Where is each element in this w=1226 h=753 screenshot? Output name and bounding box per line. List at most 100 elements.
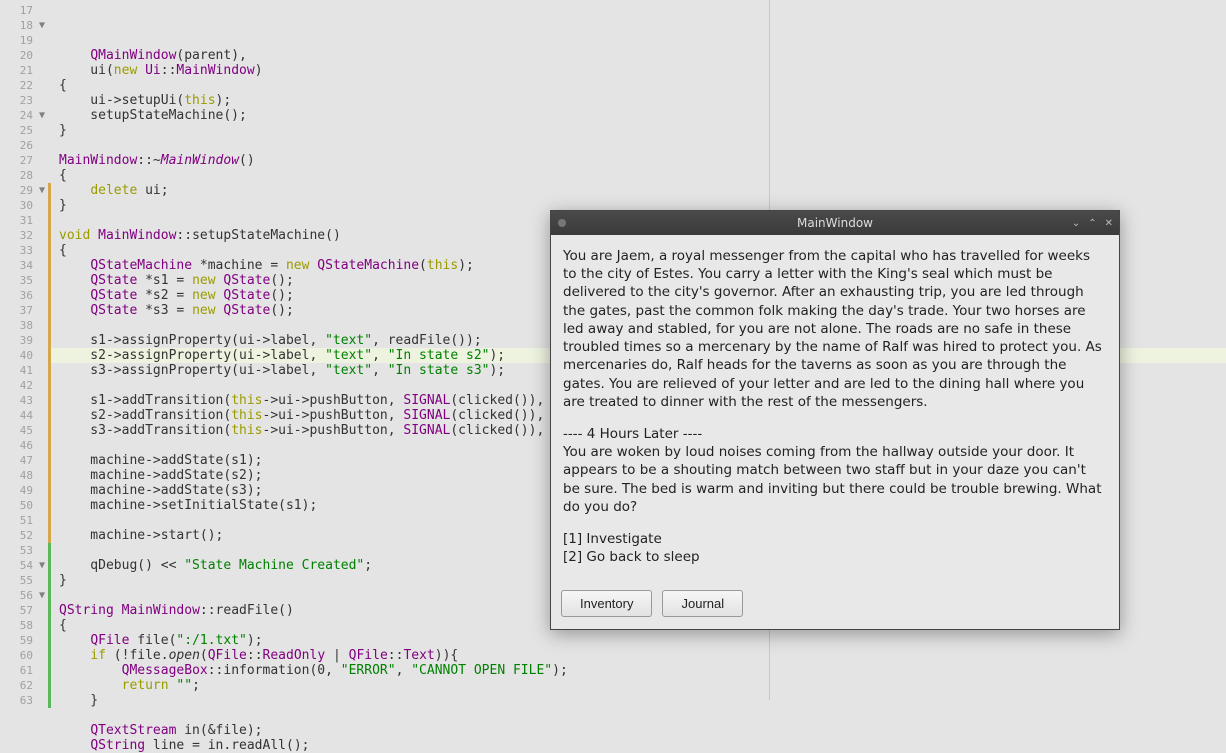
- code-line[interactable]: delete ui;: [59, 183, 1226, 198]
- maximize-icon[interactable]: ⌃: [1088, 218, 1096, 229]
- fold-marker: [36, 303, 48, 318]
- line-number: 37: [0, 303, 36, 318]
- code-line[interactable]: [59, 138, 1226, 153]
- fold-marker: [36, 243, 48, 258]
- fold-marker: [36, 663, 48, 678]
- line-number: 19: [0, 33, 36, 48]
- fold-marker: [36, 78, 48, 93]
- fold-marker: [36, 393, 48, 408]
- fold-marker: [36, 138, 48, 153]
- line-number: 43: [0, 393, 36, 408]
- fold-marker: [36, 498, 48, 513]
- code-line[interactable]: {: [59, 78, 1226, 93]
- line-number: 31: [0, 213, 36, 228]
- fold-marker[interactable]: ▼: [36, 108, 48, 123]
- inventory-button[interactable]: Inventory: [561, 590, 652, 617]
- fold-marker: [36, 483, 48, 498]
- code-line[interactable]: QFile file(":/1.txt");: [59, 633, 1226, 648]
- line-number-gutter: 1718192021222324252627282930313233343536…: [0, 0, 36, 700]
- line-number: 24: [0, 108, 36, 123]
- button-bar: Inventory Journal: [551, 582, 1119, 629]
- line-number: 60: [0, 648, 36, 663]
- line-number: 55: [0, 573, 36, 588]
- line-number: 49: [0, 483, 36, 498]
- line-number: 62: [0, 678, 36, 693]
- line-number: 29: [0, 183, 36, 198]
- code-line[interactable]: [59, 708, 1226, 723]
- story-choices: [1] Investigate [2] Go back to sleep: [563, 530, 1107, 566]
- code-line[interactable]: ui(new Ui::MainWindow): [59, 63, 1226, 78]
- line-number: 58: [0, 618, 36, 633]
- fold-marker: [36, 363, 48, 378]
- fold-marker: [36, 633, 48, 648]
- fold-marker[interactable]: ▼: [36, 588, 48, 603]
- line-number: 23: [0, 93, 36, 108]
- line-number: 50: [0, 498, 36, 513]
- fold-marker: [36, 153, 48, 168]
- fold-marker: [36, 258, 48, 273]
- line-number: 53: [0, 543, 36, 558]
- line-number: 46: [0, 438, 36, 453]
- code-line[interactable]: ui->setupUi(this);: [59, 93, 1226, 108]
- line-number: 34: [0, 258, 36, 273]
- line-number: 35: [0, 273, 36, 288]
- line-number: 63: [0, 693, 36, 708]
- close-icon[interactable]: ✕: [1105, 218, 1113, 229]
- line-number: 39: [0, 333, 36, 348]
- code-line[interactable]: {: [59, 168, 1226, 183]
- line-number: 38: [0, 318, 36, 333]
- titlebar[interactable]: MainWindow ⌄ ⌃ ✕: [551, 211, 1119, 235]
- code-line[interactable]: QMessageBox::information(0, "ERROR", "CA…: [59, 663, 1226, 678]
- fold-marker: [36, 63, 48, 78]
- line-number: 32: [0, 228, 36, 243]
- line-number: 22: [0, 78, 36, 93]
- fold-marker: [36, 348, 48, 363]
- line-number: 59: [0, 633, 36, 648]
- line-number: 25: [0, 123, 36, 138]
- fold-marker: [36, 573, 48, 588]
- fold-marker: [36, 168, 48, 183]
- line-number: 20: [0, 48, 36, 63]
- line-number: 33: [0, 243, 36, 258]
- line-number: 21: [0, 63, 36, 78]
- fold-marker: [36, 513, 48, 528]
- fold-marker: [36, 543, 48, 558]
- code-line[interactable]: QString line = in.readAll();: [59, 738, 1226, 753]
- fold-marker: [36, 198, 48, 213]
- fold-marker: [36, 318, 48, 333]
- fold-marker: [36, 123, 48, 138]
- code-line[interactable]: QMainWindow(parent),: [59, 48, 1226, 63]
- fold-marker: [36, 693, 48, 708]
- line-number: 27: [0, 153, 36, 168]
- window-title: MainWindow: [551, 216, 1119, 230]
- fold-marker: [36, 438, 48, 453]
- line-number: 18: [0, 18, 36, 33]
- code-line[interactable]: return "";: [59, 678, 1226, 693]
- line-number: 17: [0, 3, 36, 18]
- fold-marker[interactable]: ▼: [36, 18, 48, 33]
- fold-marker[interactable]: ▼: [36, 183, 48, 198]
- code-line[interactable]: if (!file.open(QFile::ReadOnly | QFile::…: [59, 648, 1226, 663]
- journal-button[interactable]: Journal: [662, 590, 743, 617]
- fold-marker: [36, 288, 48, 303]
- code-line[interactable]: setupStateMachine();: [59, 108, 1226, 123]
- fold-marker[interactable]: ▼: [36, 558, 48, 573]
- code-line[interactable]: }: [59, 693, 1226, 708]
- line-number: 42: [0, 378, 36, 393]
- line-number: 48: [0, 468, 36, 483]
- line-number: 61: [0, 663, 36, 678]
- story-text: You are Jaem, a royal messenger from the…: [551, 235, 1119, 582]
- line-number: 47: [0, 453, 36, 468]
- fold-marker: [36, 603, 48, 618]
- minimize-icon[interactable]: ⌄: [1072, 218, 1080, 229]
- code-line[interactable]: QTextStream in(&file);: [59, 723, 1226, 738]
- fold-marker: [36, 618, 48, 633]
- story-paragraph: You are Jaem, a royal messenger from the…: [563, 247, 1107, 411]
- line-number: 26: [0, 138, 36, 153]
- line-number: 56: [0, 588, 36, 603]
- line-number: 40: [0, 348, 36, 363]
- fold-marker: [36, 333, 48, 348]
- fold-column[interactable]: ▼ ▼ ▼ ▼ ▼: [36, 0, 48, 700]
- code-line[interactable]: }: [59, 123, 1226, 138]
- code-line[interactable]: MainWindow::~MainWindow(): [59, 153, 1226, 168]
